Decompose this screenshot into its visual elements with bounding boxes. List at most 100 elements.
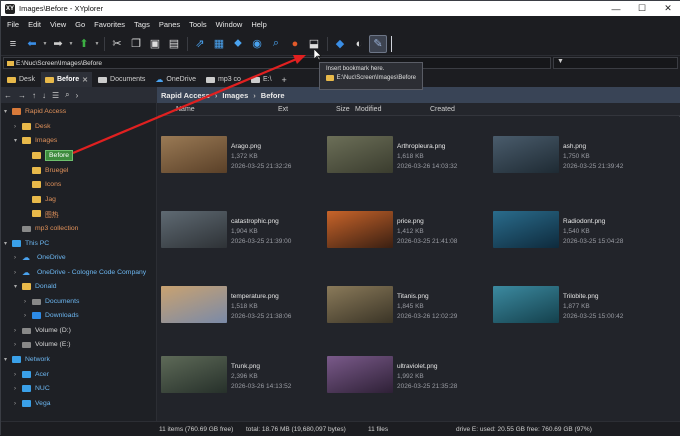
tree-acer[interactable]: › Acer [14, 368, 49, 381]
search-icon[interactable]: ⌕ [65, 90, 69, 100]
crumb-images[interactable]: Images [222, 91, 248, 100]
file-item[interactable]: ash.png 1,750 KB 2026-03-25 21:39:42 [493, 117, 658, 187]
column-name[interactable]: Name [176, 106, 195, 113]
tab-onedrive[interactable]: ☁ OneDrive [151, 72, 200, 87]
tree-mp3[interactable]: mp3 collection [14, 222, 78, 235]
tree-bruegel[interactable]: Bruegel [24, 164, 68, 177]
close-button[interactable]: ✕ [655, 1, 680, 16]
tab-desk[interactable]: Desk [3, 72, 39, 87]
dropdown-icon[interactable]: ▼ [42, 35, 48, 53]
tree-jag[interactable]: Jag [24, 193, 56, 206]
tree-volume-d[interactable]: › Volume (D:) [14, 324, 71, 337]
gem-icon[interactable]: ◆ [331, 35, 349, 53]
tab-before[interactable]: Before ✕ [40, 72, 93, 87]
file-item[interactable]: Arthropleura.png 1,618 KB 2026-03-26 14:03… [327, 117, 492, 187]
file-item[interactable]: temperature.png 1,518 KB 2026-03-25 21:38:… [161, 267, 326, 337]
list-icon[interactable]: ☰ [52, 91, 59, 100]
tree-cn[interactable]: 图热 [24, 207, 59, 220]
tree-images[interactable]: ▾ Images [14, 134, 57, 147]
preview-icon[interactable]: ▦ [210, 35, 228, 53]
tree-vega[interactable]: › Vega [14, 397, 51, 410]
menu-edit[interactable]: Edit [28, 20, 41, 29]
menu-icon[interactable]: ≡ [4, 35, 22, 53]
file-item[interactable]: ultraviolet.png 1,992 KB 2026-03-25 21:35:… [327, 337, 492, 407]
menu-bar: File Edit View Go Favorites Tags Panes T… [1, 16, 680, 32]
file-item[interactable]: Titanis.png 1,845 KB 2026-03-26 12:02:29 [327, 267, 492, 337]
paste-icon[interactable]: ▣ [146, 35, 164, 53]
filter-box[interactable]: ▼ [553, 57, 678, 69]
back-icon[interactable]: ← [4, 91, 12, 100]
tree-nuc[interactable]: › NUC [14, 382, 50, 395]
fire-icon[interactable]: ● [286, 35, 304, 53]
tree-desk[interactable]: › Desk [14, 120, 51, 133]
new-tab-button[interactable]: + [278, 72, 291, 87]
tab-e-drive[interactable]: E:\ [247, 72, 276, 87]
menu-window[interactable]: Window [216, 20, 243, 29]
drive-icon [250, 76, 260, 83]
menu-file[interactable]: File [7, 20, 19, 29]
tab-mp3[interactable]: mp3 co [202, 72, 245, 87]
close-icon[interactable]: ✕ [82, 76, 88, 84]
back-icon[interactable]: ⬅ [23, 35, 41, 53]
menu-help[interactable]: Help [251, 20, 266, 29]
menu-view[interactable]: View [50, 20, 66, 29]
file-item[interactable]: price.png 1,412 KB 2026-03-25 21:41:08 [327, 192, 492, 262]
tree-onedrive[interactable]: › ☁ OneDrive [14, 251, 66, 264]
title-bar: XY Images\Before - XYplorer — ☐ ✕ [1, 1, 680, 16]
tree-volume-e[interactable]: › Volume (E:) [14, 338, 71, 351]
file-item[interactable]: Arago.png 1,372 KB 2026-03-25 21:32:26 [161, 117, 326, 187]
file-item[interactable]: catastrophic.png 1,904 KB 2026-03-25 21:39… [161, 192, 326, 262]
up-icon[interactable]: ↑ [32, 91, 36, 100]
tab-documents[interactable]: Documents [94, 72, 149, 87]
menu-favorites[interactable]: Favorites [94, 20, 125, 29]
tree-rapid-access[interactable]: ▾ Rapid Access [4, 105, 66, 118]
moon-icon[interactable]: ◐ [350, 35, 368, 53]
minimize-button[interactable]: — [603, 1, 629, 16]
address-bar[interactable]: E:\Nuc\Screen\Images\Before [3, 57, 551, 69]
chevron-right-icon[interactable]: › [76, 91, 79, 100]
drive-icon [22, 341, 31, 348]
search-icon[interactable]: ⌕ [267, 35, 285, 53]
cloud-icon: ☁ [155, 75, 164, 84]
dropdown-icon[interactable]: ▼ [94, 35, 100, 53]
menu-go[interactable]: Go [75, 20, 85, 29]
status-bar: 11 items (760.69 GB free) total: 18.76 M… [1, 421, 680, 436]
tree-donald[interactable]: ▾ Donald [14, 280, 57, 293]
maximize-button[interactable]: ☐ [629, 1, 655, 16]
menu-tags[interactable]: Tags [134, 20, 150, 29]
column-size[interactable]: Size [336, 106, 350, 113]
share-icon[interactable]: ⇗ [191, 35, 209, 53]
file-item[interactable]: Trilobite.png 1,877 KB 2026-03-25 15:00:42 [493, 267, 658, 337]
map-icon[interactable]: ◉ [248, 35, 266, 53]
forward-icon[interactable]: ➡ [49, 35, 67, 53]
column-ext[interactable]: Ext [278, 106, 288, 113]
copy-icon[interactable]: ❐ [127, 35, 145, 53]
crumb-rapid-access[interactable]: Rapid Access [161, 91, 210, 100]
down-icon[interactable]: ↓ [42, 91, 46, 100]
xyplorer-window: XY Images\Before - XYplorer — ☐ ✕ File E… [0, 0, 680, 436]
menu-tools[interactable]: Tools [189, 20, 207, 29]
thumbnail [327, 286, 393, 323]
forward-icon[interactable]: → [18, 91, 26, 100]
cut-icon[interactable]: ✂ [108, 35, 126, 53]
tree-before[interactable]: Before [24, 149, 74, 162]
column-created[interactable]: Created [430, 106, 455, 113]
dropdown-icon[interactable]: ▼ [68, 35, 74, 53]
tree-network[interactable]: ▾ Network [4, 353, 50, 366]
thumbnail [161, 211, 227, 248]
tree-this-pc[interactable]: ▾ This PC [4, 237, 49, 250]
file-item[interactable]: Trunk.png 2,396 KB 2026-03-26 14:13:52 [161, 337, 326, 407]
thumbnail [161, 286, 227, 323]
crumb-before[interactable]: Before [261, 91, 285, 100]
wrench-icon[interactable]: ✎ [369, 34, 387, 53]
tree-documents[interactable]: › Documents [24, 295, 79, 308]
tag-icon[interactable]: ⬥ [229, 35, 247, 53]
tree-onedrive-company[interactable]: › ☁ OneDrive - Cologne Code Company [14, 266, 146, 279]
menu-panes[interactable]: Panes [159, 20, 180, 29]
up-icon[interactable]: ⬆ [75, 35, 93, 53]
clipboard-icon[interactable]: ▤ [165, 35, 183, 53]
column-modified[interactable]: Modified [355, 106, 381, 113]
tree-icons[interactable]: Icons [24, 178, 61, 191]
tree-downloads[interactable]: › Downloads [24, 309, 79, 322]
file-item[interactable]: Radiodont.png 1,540 KB 2026-03-25 15:04:28 [493, 192, 658, 262]
